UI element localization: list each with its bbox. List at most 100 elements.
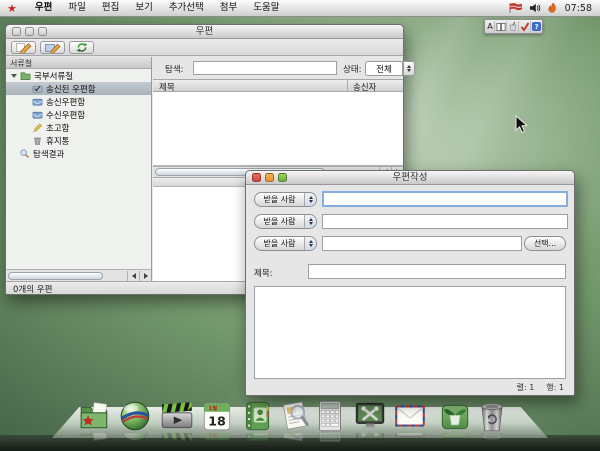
reply-button[interactable] [40, 41, 65, 54]
message-body-textarea[interactable] [254, 286, 566, 379]
dock-item-calendar[interactable]: 1월 18 1월 18 [199, 398, 235, 434]
recipient-label: 받을 사람 [255, 193, 304, 206]
mail-icon [392, 398, 428, 434]
disclosure-triangle-icon[interactable] [11, 74, 17, 78]
compose-window: 우편작성 받을 사람 받을 사람 받을 사람 선택... 제목: [245, 170, 575, 396]
scroll-right-button[interactable] [139, 271, 151, 281]
search-label: 탐색: [165, 63, 184, 75]
file-manager-icon [77, 398, 113, 434]
select-contact-button[interactable]: 선택... [524, 236, 566, 251]
menu-options[interactable]: 추가선택 [161, 0, 212, 16]
trash-icon [32, 135, 43, 146]
dock-item-web-browser[interactable] [117, 398, 153, 434]
calendar-day: 18 [208, 414, 226, 429]
dock-item-media-player[interactable] [159, 398, 195, 434]
tree-item-drafts[interactable]: 초고함 [6, 121, 151, 134]
tree-item-local-folders[interactable]: 국부서류철 [6, 69, 151, 82]
recipient-stepper-icon [304, 237, 316, 250]
zoom-button[interactable] [278, 173, 287, 182]
subject-input[interactable] [308, 264, 566, 279]
calculator-icon [312, 398, 348, 434]
web-browser-icon [117, 398, 153, 434]
recipient-type-dropdown[interactable]: 받을 사람 [254, 236, 317, 251]
mail-window-titlebar[interactable]: 우편 [6, 25, 403, 39]
mouse-cursor [515, 115, 528, 134]
sidebar-header: 서류철 [6, 57, 151, 69]
row-indicator: 행: 1 [546, 382, 564, 393]
state-dropdown-stepper[interactable] [403, 61, 415, 76]
pencil-icon [32, 122, 43, 133]
trash-can-icon [474, 398, 510, 434]
refresh-button[interactable] [69, 41, 94, 54]
scrollbar-thumb[interactable] [8, 272, 103, 280]
volume-icon[interactable] [529, 2, 541, 14]
compose-icon [15, 42, 33, 53]
clock: 07:58 [565, 3, 592, 14]
recipient-row-3: 받을 사람 선택... [254, 236, 566, 252]
recipient-input-1[interactable] [322, 191, 568, 207]
tree-item-sent-mailbox[interactable]: 송신된 우편함 [6, 82, 151, 95]
subject-row: 제목: [254, 264, 566, 280]
recipient-stepper-icon [304, 215, 316, 228]
reply-icon [44, 42, 62, 53]
recipient-label: 받을 사람 [255, 237, 304, 250]
menu-attach[interactable]: 첨부 [212, 0, 245, 16]
recipient-type-dropdown[interactable]: 받을 사람 [254, 192, 317, 207]
dock-item-archive-box[interactable] [437, 398, 473, 434]
menu-file[interactable]: 파일 [60, 0, 93, 16]
compose-window-title: 우편작성 [246, 171, 574, 184]
outbox-icon [32, 96, 43, 107]
tree-item-inbox[interactable]: 수신우편함 [6, 108, 151, 121]
search-input[interactable] [193, 61, 337, 75]
ime-indicator-icon[interactable] [548, 2, 558, 14]
system-tools-icon [352, 398, 388, 434]
compose-button[interactable] [11, 41, 36, 54]
close-button[interactable] [252, 173, 261, 182]
palette-font-button[interactable]: A [485, 21, 495, 33]
dock-item-trash[interactable] [474, 398, 510, 434]
dock-item-mail[interactable] [392, 398, 428, 434]
recipient-stepper-icon [304, 193, 316, 206]
palette-brush-cup-icon[interactable] [508, 21, 519, 33]
menu-help[interactable]: 도움말 [245, 0, 287, 16]
menu-mail[interactable]: 우편 [27, 0, 60, 16]
palette-columns-icon[interactable] [496, 21, 507, 33]
dock-item-address-book[interactable] [239, 398, 275, 434]
flag-icon[interactable] [508, 2, 522, 14]
recipient-input-2[interactable] [322, 214, 568, 229]
recipient-input-3[interactable] [322, 236, 522, 251]
dock: 1월 18 1월 18 [0, 393, 600, 451]
minimize-button[interactable] [25, 27, 34, 36]
calendar-icon: 1월 18 [199, 398, 235, 434]
palette-check-icon[interactable] [520, 21, 531, 33]
menu-edit[interactable]: 편집 [94, 0, 127, 16]
compose-window-titlebar[interactable]: 우편작성 [246, 171, 574, 185]
menu-view[interactable]: 보기 [127, 0, 160, 16]
dock-item-file-manager[interactable] [77, 398, 113, 434]
dock-item-calculator[interactable] [312, 398, 348, 434]
calendar-month: 1월 [209, 404, 218, 412]
message-list[interactable] [153, 92, 403, 166]
tree-item-search-results[interactable]: 탐색결과 [6, 147, 151, 160]
sidebar-horizontal-scrollbar[interactable] [6, 269, 151, 281]
dock-item-system-settings[interactable] [352, 398, 388, 434]
state-label: 상태: [343, 63, 362, 75]
tree-item-outbox[interactable]: 송신우편함 [6, 95, 151, 108]
tree-item-trash[interactable]: 휴지통 [6, 134, 151, 147]
compose-body: 받을 사람 받을 사람 받을 사람 선택... 제목: 렬: [246, 186, 574, 395]
red-star-logo-icon[interactable]: ★ [7, 1, 17, 16]
dock-item-document-viewer[interactable] [277, 398, 313, 434]
recipient-type-dropdown[interactable]: 받을 사람 [254, 214, 317, 229]
palette-help-button[interactable]: ? [532, 21, 542, 33]
mailbox-check-icon [32, 83, 43, 94]
message-list-header: 제목 송신자 [153, 79, 403, 92]
scroll-left-button[interactable] [127, 271, 139, 281]
tree-label: 휴지통 [46, 135, 69, 147]
subject-label: 제목: [254, 267, 273, 279]
close-button[interactable] [12, 27, 21, 36]
zoom-button[interactable] [38, 27, 47, 36]
state-dropdown[interactable]: 전체 [365, 61, 403, 76]
tree-label: 송신우편함 [46, 96, 85, 108]
minimize-button[interactable] [265, 173, 274, 182]
column-divider[interactable] [347, 80, 348, 91]
